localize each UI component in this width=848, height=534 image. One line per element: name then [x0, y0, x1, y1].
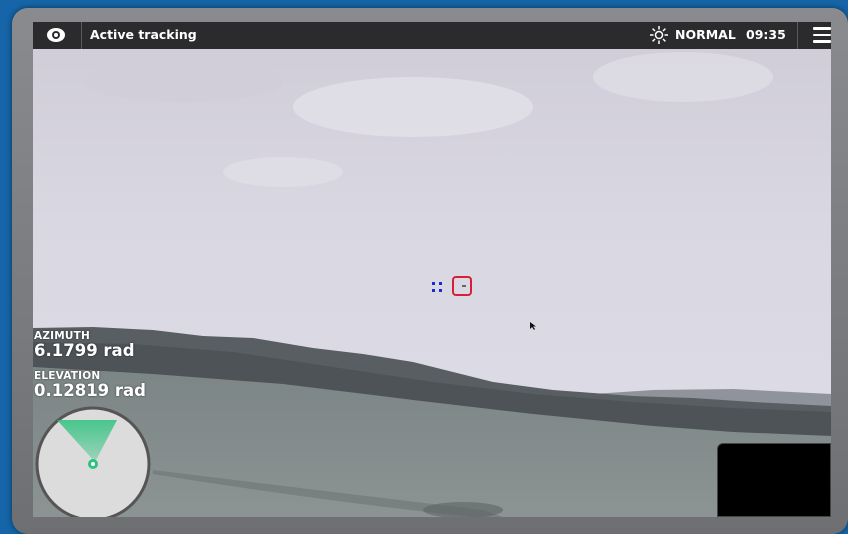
- prediction-marker: [432, 282, 444, 294]
- picture-in-picture-view[interactable]: [717, 443, 831, 517]
- hamburger-menu-icon[interactable]: [813, 27, 831, 43]
- elevation-readout: ELEVATION 0.12819 rad: [34, 370, 146, 400]
- status-bar-divider: [797, 22, 798, 49]
- mouse-cursor-icon: [530, 322, 536, 330]
- tracking-status-title: Active tracking: [90, 27, 197, 42]
- elevation-value: 0.12819 rad: [34, 381, 146, 400]
- camera-view[interactable]: Active tracking NORMAL 09:35 AZIMUTH 6.1…: [33, 22, 831, 517]
- eye-icon[interactable]: [45, 25, 67, 45]
- status-bar: Active tracking NORMAL 09:35: [33, 22, 831, 49]
- tracked-object: [462, 285, 466, 287]
- radar-compass[interactable]: [35, 406, 151, 517]
- target-tracking-box[interactable]: [452, 276, 472, 296]
- clock-time: 09:35: [746, 27, 786, 42]
- azimuth-value: 6.1799 rad: [34, 341, 135, 360]
- azimuth-readout: AZIMUTH 6.1799 rad: [34, 330, 135, 360]
- camera-feed: [33, 22, 831, 517]
- mode-indicator[interactable]: NORMAL: [675, 27, 736, 42]
- status-bar-divider: [81, 22, 82, 49]
- sun-icon[interactable]: [649, 25, 669, 45]
